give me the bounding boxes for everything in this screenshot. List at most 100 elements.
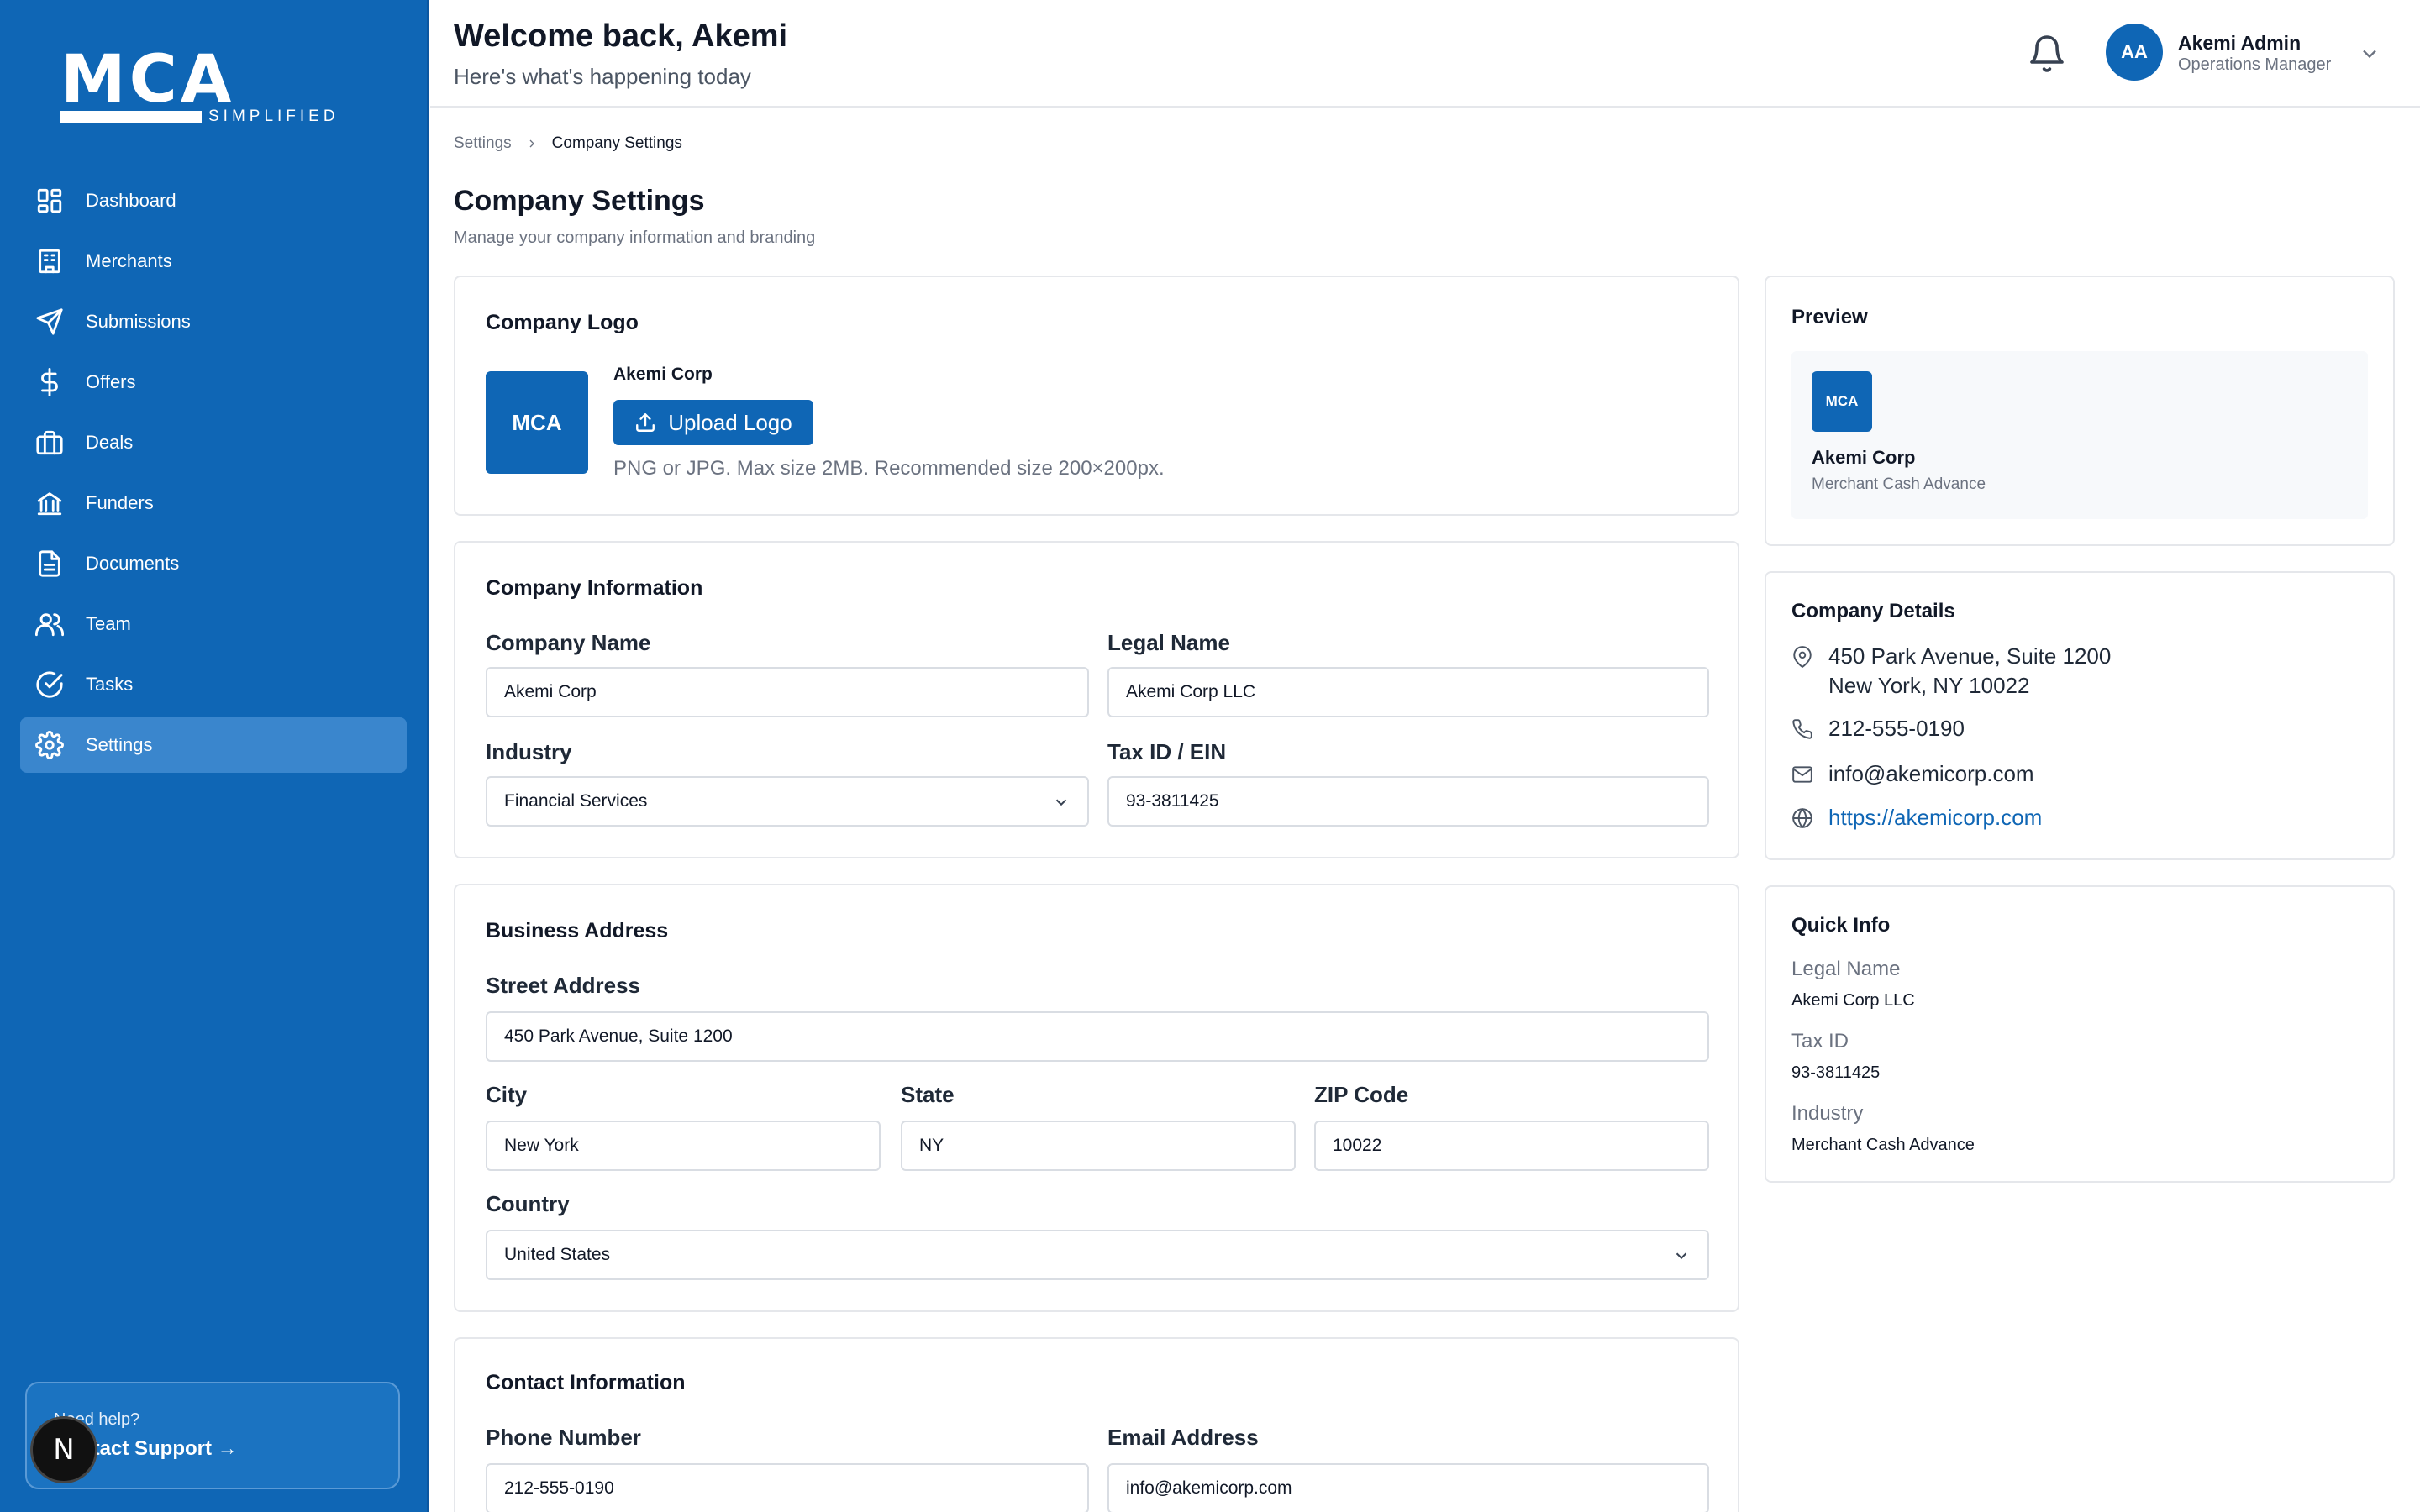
- document-icon: [35, 549, 64, 578]
- sidebar-nav: Dashboard Merchants Submissions Offers D…: [20, 173, 407, 778]
- check-circle-icon: [35, 670, 64, 699]
- quick-industry-label: Industry: [1791, 1102, 1864, 1125]
- sidebar-item-deals[interactable]: Deals: [20, 415, 407, 470]
- brand-logo[interactable]: MCA SIMPLIFIED: [60, 42, 335, 128]
- sidebar-item-dashboard[interactable]: Dashboard: [20, 173, 407, 228]
- preview-panel: MCA Akemi Corp Merchant Cash Advance: [1791, 351, 2368, 519]
- quick-tax-label: Tax ID: [1791, 1030, 1849, 1053]
- upload-hint: PNG or JPG. Max size 2MB. Recommended si…: [613, 457, 1165, 480]
- page-title: Company Settings: [454, 185, 705, 217]
- preview-logo: MCA: [1812, 371, 1872, 432]
- breadcrumb-current: Company Settings: [551, 134, 682, 152]
- map-pin-icon: [1791, 646, 1813, 668]
- zip-code-label: ZIP Code: [1314, 1082, 1409, 1107]
- grid-icon: [35, 186, 64, 215]
- legal-name-input[interactable]: Akemi Corp LLC: [1107, 667, 1709, 717]
- detail-address-line2: New York, NY 10022: [1828, 673, 2030, 698]
- zip-code-input[interactable]: 10022: [1314, 1121, 1709, 1171]
- state-input[interactable]: NY: [901, 1121, 1296, 1171]
- company-logo-card: Company Logo MCA Akemi Corp Upload Logo …: [454, 276, 1739, 516]
- street-address-input[interactable]: 450 Park Avenue, Suite 1200: [486, 1011, 1709, 1062]
- industry-value: Financial Services: [504, 791, 648, 811]
- email-address-label: Email Address: [1107, 1425, 1259, 1450]
- industry-select[interactable]: Financial Services: [486, 776, 1089, 827]
- quick-info-card: Quick Info Legal Name Akemi Corp LLC Tax…: [1765, 885, 2395, 1183]
- breadcrumb: Settings Company Settings: [454, 134, 682, 153]
- card-title: Contact Information: [486, 1371, 686, 1394]
- industry-label: Industry: [486, 739, 572, 764]
- sidebar: MCA SIMPLIFIED Dashboard Merchants Submi…: [0, 0, 429, 1512]
- chevron-right-icon: [525, 137, 539, 150]
- detail-phone: 212-555-0190: [1791, 716, 1965, 742]
- website-link[interactable]: https://akemicorp.com: [1828, 805, 2042, 831]
- sidebar-item-settings[interactable]: Settings: [20, 717, 407, 773]
- welcome-subtitle: Here's what's happening today: [454, 64, 751, 89]
- quick-tax-value: 93-3811425: [1791, 1063, 1881, 1082]
- email-address-input[interactable]: info@akemicorp.com: [1107, 1463, 1709, 1512]
- city-input[interactable]: New York: [486, 1121, 881, 1171]
- gear-icon: [35, 731, 64, 759]
- card-title: Company Information: [486, 576, 703, 600]
- briefcase-icon: [35, 428, 64, 457]
- brand-logo-bar: [60, 111, 202, 123]
- bell-icon[interactable]: [2027, 34, 2067, 74]
- company-details-card: Company Details 450 Park Avenue, Suite 1…: [1765, 571, 2395, 860]
- chevron-down-icon: [1672, 1247, 1691, 1265]
- chevron-down-icon[interactable]: [2358, 42, 2381, 66]
- sidebar-item-label: Settings: [86, 734, 153, 755]
- card-title: Preview: [1791, 306, 1868, 328]
- phone-number-input[interactable]: 212-555-0190: [486, 1463, 1089, 1512]
- quick-legal-value: Akemi Corp LLC: [1791, 991, 1915, 1010]
- quick-legal-label: Legal Name: [1791, 958, 1901, 980]
- breadcrumb-settings-link[interactable]: Settings: [454, 134, 512, 153]
- sidebar-item-label: Tasks: [86, 674, 134, 695]
- bank-icon: [35, 489, 64, 517]
- sidebar-item-team[interactable]: Team: [20, 596, 407, 652]
- detail-address-line1: 450 Park Avenue, Suite 1200: [1828, 643, 2112, 669]
- quick-industry-value: Merchant Cash Advance: [1791, 1136, 1975, 1154]
- preview-tagline: Merchant Cash Advance: [1812, 475, 1986, 493]
- contact-information-card: Contact Information Phone Number 212-555…: [454, 1337, 1739, 1512]
- sidebar-item-tasks[interactable]: Tasks: [20, 657, 407, 712]
- mail-icon: [1791, 764, 1813, 785]
- sidebar-item-documents[interactable]: Documents: [20, 536, 407, 591]
- brand-logo-text: MCA: [60, 42, 235, 118]
- sidebar-item-offers[interactable]: Offers: [20, 354, 407, 410]
- legal-name-label: Legal Name: [1107, 630, 1230, 655]
- country-value: United States: [504, 1245, 611, 1264]
- floating-n-badge[interactable]: N: [30, 1416, 97, 1483]
- preview-company-name: Akemi Corp: [1812, 447, 1916, 468]
- detail-email: info@akemicorp.com: [1791, 761, 2034, 787]
- company-name-input[interactable]: Akemi Corp: [486, 667, 1089, 717]
- logo-company-name: Akemi Corp: [613, 365, 713, 384]
- detail-phone-value: 212-555-0190: [1828, 716, 1965, 741]
- country-label: Country: [486, 1191, 570, 1216]
- user-name[interactable]: Akemi Admin: [2178, 32, 2301, 55]
- country-select[interactable]: United States: [486, 1230, 1709, 1280]
- user-avatar[interactable]: AA: [2106, 24, 2163, 81]
- sidebar-item-funders[interactable]: Funders: [20, 475, 407, 531]
- sidebar-item-merchants[interactable]: Merchants: [20, 234, 407, 289]
- company-information-card: Company Information Company Name Akemi C…: [454, 541, 1739, 858]
- state-label: State: [901, 1082, 955, 1107]
- users-icon: [35, 610, 64, 638]
- preview-card: Preview MCA Akemi Corp Merchant Cash Adv…: [1765, 276, 2395, 546]
- upload-logo-label: Upload Logo: [668, 409, 792, 435]
- sidebar-item-submissions[interactable]: Submissions: [20, 294, 407, 349]
- card-title: Quick Info: [1791, 914, 1891, 937]
- business-address-card: Business Address Street Address 450 Park…: [454, 884, 1739, 1312]
- send-icon: [35, 307, 64, 336]
- user-role: Operations Manager: [2178, 55, 2332, 74]
- card-title: Business Address: [486, 919, 669, 942]
- globe-icon: [1791, 807, 1813, 829]
- street-address-label: Street Address: [486, 973, 640, 998]
- detail-email-value: info@akemicorp.com: [1828, 761, 2034, 786]
- brand-logo-subtitle: SIMPLIFIED: [208, 108, 339, 125]
- sidebar-item-label: Deals: [86, 432, 134, 453]
- tax-id-input[interactable]: 93-3811425: [1107, 776, 1709, 827]
- city-label: City: [486, 1082, 528, 1107]
- welcome-title: Welcome back, Akemi: [454, 18, 788, 54]
- sidebar-item-label: Team: [86, 613, 131, 634]
- upload-icon: [636, 413, 655, 432]
- upload-logo-button[interactable]: Upload Logo: [613, 400, 813, 445]
